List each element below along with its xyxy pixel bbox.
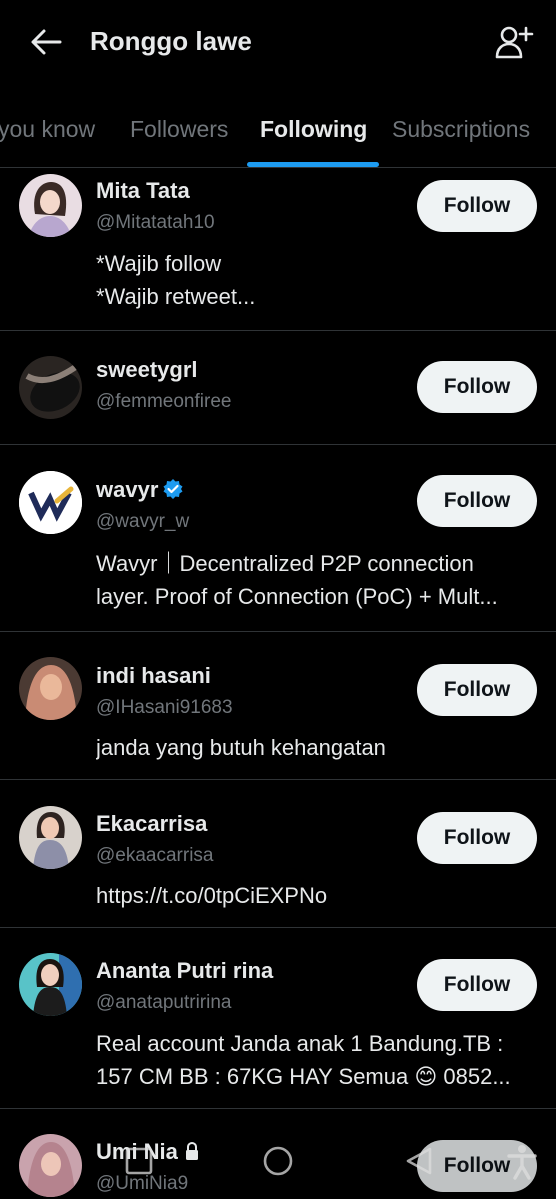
avatar[interactable] [19, 174, 82, 237]
add-user-button[interactable] [494, 24, 534, 60]
bio-line: Wavyr｜Decentralized P2P connection [96, 551, 474, 576]
user-handle: @anataputririna [96, 992, 232, 1013]
user-name: indi hasani [96, 663, 211, 688]
follow-button[interactable]: Follow [417, 812, 537, 864]
user-bio: janda yang butuh kehangatan [96, 731, 536, 764]
page-title: Ronggo lawe [90, 26, 252, 56]
user-name: Ekacarrisa [96, 811, 208, 836]
accessibility-icon [507, 1145, 537, 1180]
lock-icon [185, 1141, 198, 1160]
bio-line: Real account Janda anak 1 Bandung.TB : [96, 1031, 504, 1056]
follow-button[interactable]: Follow [417, 475, 537, 527]
bio-line: *Wajib retweet... [96, 284, 256, 309]
user-bio: Wavyr｜Decentralized P2P connection layer… [96, 547, 536, 613]
avatar[interactable] [19, 471, 82, 534]
bio-line: janda yang butuh kehangatan [96, 735, 386, 760]
home-button[interactable] [262, 1145, 294, 1182]
user-name-text: wavyr [96, 477, 159, 502]
user-handle: @femmeonfiree [96, 391, 232, 412]
bio-line: 157 CM BB : 67KG HAY Semua 😊 0852... [96, 1064, 511, 1089]
tab-followers[interactable]: Followers [130, 116, 228, 143]
user-name: wavyr [96, 477, 184, 503]
avatar[interactable] [19, 657, 82, 720]
bio-line: *Wajib follow [96, 251, 222, 276]
tab-following[interactable]: Following [260, 116, 367, 143]
circle-home-icon [263, 1146, 293, 1176]
tab-people-you-know[interactable]: you know [0, 116, 95, 143]
add-user-icon [495, 26, 534, 59]
avatar[interactable] [19, 953, 82, 1016]
active-tab-indicator [247, 162, 379, 167]
wavyr-logo [19, 471, 82, 534]
user-bio: *Wajib follow *Wajib retweet... [96, 247, 536, 313]
back-button[interactable] [28, 26, 64, 58]
list-item[interactable]: Ekacarrisa @ekaacarrisa https://t.co/0tp… [0, 780, 556, 928]
list-item[interactable]: indi hasani @IHasani91683 janda yang but… [0, 632, 556, 780]
avatar[interactable] [19, 1134, 82, 1197]
user-handle: @ekaacarrisa [96, 845, 214, 866]
user-handle: @IHasani91683 [96, 697, 233, 718]
user-bio: https://t.co/0tpCiEXPNo [96, 879, 536, 912]
bio-line: layer. Proof of Connection (PoC) + Mult.… [96, 584, 498, 609]
bio-line[interactable]: https://t.co/0tpCiEXPNo [96, 879, 536, 912]
user-handle: @wavyr_w [96, 511, 190, 532]
verified-badge-icon [163, 479, 183, 499]
list-item[interactable]: Ananta Putri rina @anataputririna Real a… [0, 928, 556, 1109]
user-name: Mita Tata [96, 178, 190, 203]
follow-button[interactable]: Follow [417, 959, 537, 1011]
user-name: sweetygrl [96, 357, 198, 382]
follow-button[interactable]: Follow [417, 361, 537, 413]
tab-bar: you know Followers Following Subscriptio… [0, 106, 556, 168]
list-item[interactable]: sweetygrl @femmeonfiree Follow [0, 331, 556, 445]
following-list: Mita Tata @Mitatatah10 *Wajib follow *Wa… [0, 168, 556, 1199]
user-name: Ananta Putri rina [96, 958, 274, 983]
avatar[interactable] [19, 356, 82, 419]
list-item[interactable]: wavyr @wavyr_w Wavyr｜Decentralized P2P c… [0, 445, 556, 632]
triangle-back-icon [406, 1147, 432, 1175]
user-handle: @Mitatatah10 [96, 212, 215, 233]
list-item[interactable]: Mita Tata @Mitatatah10 *Wajib follow *Wa… [0, 168, 556, 331]
square-recents-icon [125, 1147, 153, 1175]
tab-subscriptions[interactable]: Subscriptions [392, 116, 530, 143]
recents-button[interactable] [124, 1146, 154, 1181]
arrow-left-icon [31, 29, 62, 55]
follow-button[interactable]: Follow [417, 180, 537, 232]
top-app-bar: Ronggo lawe [0, 0, 556, 84]
accessibility-button[interactable] [506, 1144, 538, 1185]
follow-button[interactable]: Follow [417, 664, 537, 716]
user-bio: Real account Janda anak 1 Bandung.TB : 1… [96, 1027, 536, 1093]
system-back-button[interactable] [404, 1146, 434, 1181]
avatar[interactable] [19, 806, 82, 869]
